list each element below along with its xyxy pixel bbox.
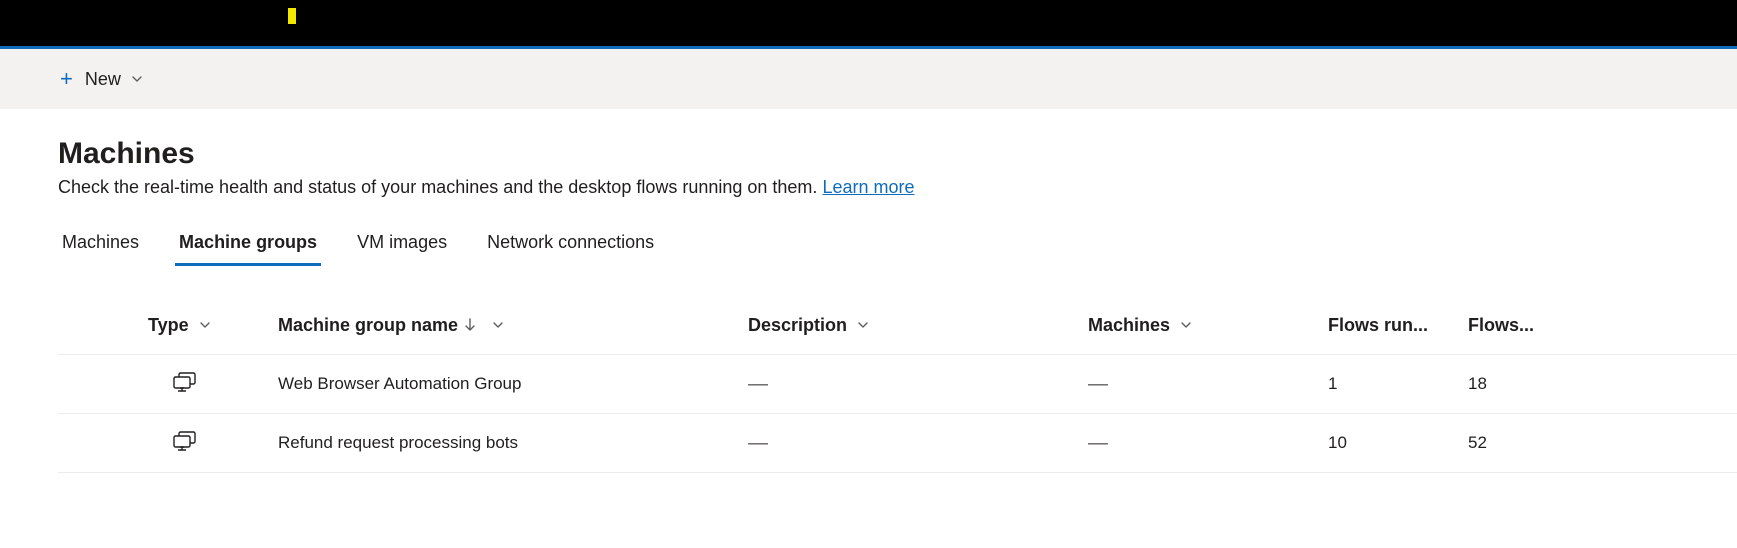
learn-more-link[interactable]: Learn more bbox=[822, 177, 914, 197]
col-header-description[interactable]: Description bbox=[748, 315, 1088, 336]
chevron-down-icon bbox=[131, 73, 143, 85]
command-bar: + New bbox=[0, 49, 1737, 109]
plus-icon: + bbox=[60, 68, 73, 90]
col-header-flows-queued[interactable]: Flows... bbox=[1468, 315, 1608, 336]
page-subtitle: Check the real-time health and status of… bbox=[58, 177, 1737, 198]
page-title: Machines bbox=[58, 137, 1737, 171]
machine-group-icon bbox=[172, 430, 198, 457]
app-header-blackbar bbox=[0, 0, 1737, 46]
tab-machines[interactable]: Machines bbox=[58, 226, 143, 266]
row-description: — bbox=[748, 373, 1088, 396]
machine-group-icon bbox=[172, 371, 198, 398]
page-subtitle-text: Check the real-time health and status of… bbox=[58, 177, 822, 197]
tabs: Machines Machine groups VM images Networ… bbox=[58, 226, 1737, 266]
chevron-down-icon bbox=[1180, 319, 1192, 331]
machine-groups-grid: Type Machine group name Description bbox=[58, 296, 1737, 473]
row-machines: — bbox=[1088, 432, 1328, 455]
col-header-flows-running-label: Flows run... bbox=[1328, 315, 1428, 336]
row-flows-queued: 52 bbox=[1468, 433, 1608, 453]
col-header-name-label: Machine group name bbox=[278, 315, 458, 336]
row-name: Web Browser Automation Group bbox=[278, 374, 748, 394]
chevron-down-icon bbox=[857, 319, 869, 331]
header-indicator bbox=[288, 8, 296, 24]
row-flows-running: 10 bbox=[1328, 433, 1468, 453]
row-type-icon-cell bbox=[148, 371, 278, 398]
table-row[interactable]: Web Browser Automation Group — — 1 18 bbox=[58, 355, 1737, 414]
col-header-machines[interactable]: Machines bbox=[1088, 315, 1328, 336]
col-header-description-label: Description bbox=[748, 315, 847, 336]
new-button[interactable]: + New bbox=[52, 49, 151, 109]
col-header-type[interactable]: Type bbox=[148, 315, 278, 336]
chevron-down-icon bbox=[199, 319, 211, 331]
new-button-label: New bbox=[85, 69, 121, 90]
sort-down-arrow-icon bbox=[464, 318, 476, 332]
col-header-flows-running[interactable]: Flows run... bbox=[1328, 315, 1468, 336]
row-flows-running: 1 bbox=[1328, 374, 1468, 394]
row-description: — bbox=[748, 432, 1088, 455]
row-flows-queued: 18 bbox=[1468, 374, 1608, 394]
row-name: Refund request processing bots bbox=[278, 433, 748, 453]
col-header-type-label: Type bbox=[148, 315, 189, 336]
row-type-icon-cell bbox=[148, 430, 278, 457]
col-header-machines-label: Machines bbox=[1088, 315, 1170, 336]
row-machines: — bbox=[1088, 373, 1328, 396]
col-header-name[interactable]: Machine group name bbox=[278, 315, 748, 336]
col-header-flows-queued-label: Flows... bbox=[1468, 315, 1534, 336]
tab-vm-images[interactable]: VM images bbox=[353, 226, 451, 266]
tab-network-connections[interactable]: Network connections bbox=[483, 226, 658, 266]
table-row[interactable]: Refund request processing bots — — 10 52 bbox=[58, 414, 1737, 473]
tab-machine-groups[interactable]: Machine groups bbox=[175, 226, 321, 266]
chevron-down-icon bbox=[492, 319, 504, 331]
grid-header-row: Type Machine group name Description bbox=[58, 296, 1737, 355]
